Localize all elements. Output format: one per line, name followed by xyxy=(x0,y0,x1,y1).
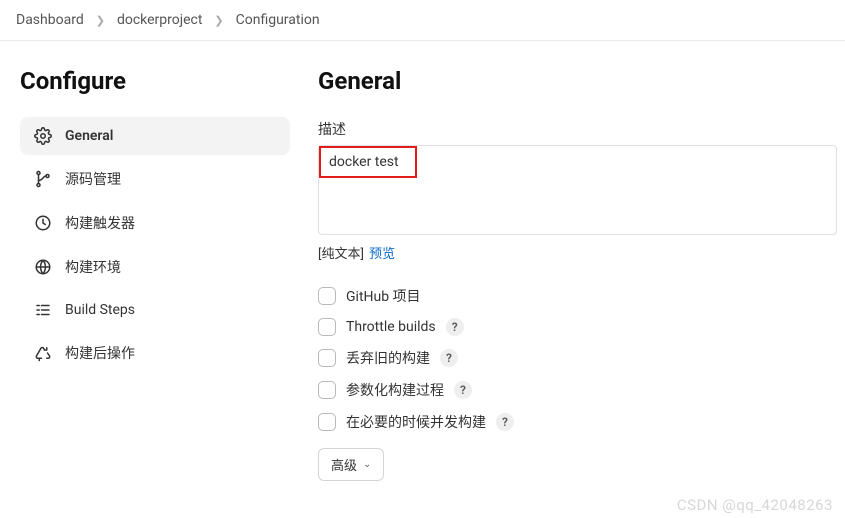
page-title: General xyxy=(318,67,837,95)
chevron-down-icon: ⌄ xyxy=(363,459,371,470)
description-label: 描述 xyxy=(318,119,837,139)
chevron-right-icon: ❯ xyxy=(214,14,223,27)
breadcrumb: Dashboard ❯ dockerproject ❯ Configuratio… xyxy=(0,0,845,41)
preview-line: [纯文本] 预览 xyxy=(318,243,837,262)
watermark: CSDN @qq_42048263 xyxy=(677,496,833,514)
sidebar-item-build-steps[interactable]: Build Steps xyxy=(20,291,290,329)
help-icon[interactable]: ? xyxy=(446,318,464,336)
advanced-label: 高级 xyxy=(331,455,357,474)
sidebar-item-post-build[interactable]: 构建后操作 xyxy=(20,333,290,373)
checkbox-icon[interactable] xyxy=(318,381,336,399)
option-label: Throttle builds xyxy=(346,319,436,335)
option-label: 丢弃旧的构建 xyxy=(346,348,430,368)
sidebar-item-label: General xyxy=(65,128,113,144)
option-label: 参数化构建过程 xyxy=(346,380,444,400)
sidebar-item-source[interactable]: 源码管理 xyxy=(20,159,290,199)
checkbox-icon[interactable] xyxy=(318,318,336,336)
gear-icon xyxy=(34,127,52,145)
description-value: docker test xyxy=(319,146,417,178)
sidebar-item-label: Build Steps xyxy=(65,302,135,318)
option-github-project[interactable]: GitHub 项目 xyxy=(318,286,837,306)
sidebar-item-environment[interactable]: 构建环境 xyxy=(20,247,290,287)
sidebar-item-label: 构建触发器 xyxy=(65,213,135,233)
sidebar-item-triggers[interactable]: 构建触发器 xyxy=(20,203,290,243)
plain-text-label: [纯文本] xyxy=(318,247,364,262)
breadcrumb-item-project[interactable]: dockerproject xyxy=(117,12,202,28)
sidebar-item-label: 源码管理 xyxy=(65,169,121,189)
breadcrumb-item-current[interactable]: Configuration xyxy=(236,12,320,28)
sidebar-title: Configure xyxy=(20,67,290,95)
sidebar: Configure General 源码管理 构建触发器 构建环境 xyxy=(0,41,310,481)
options-group: GitHub 项目 Throttle builds ? 丢弃旧的构建 ? 参数化… xyxy=(318,286,837,432)
help-icon[interactable]: ? xyxy=(454,381,472,399)
steps-icon xyxy=(34,301,52,319)
sidebar-item-label: 构建环境 xyxy=(65,257,121,277)
description-textarea[interactable]: docker test xyxy=(318,145,837,235)
globe-icon xyxy=(34,258,52,276)
checkbox-icon[interactable] xyxy=(318,349,336,367)
sidebar-item-general[interactable]: General xyxy=(20,117,290,155)
breadcrumb-item-dashboard[interactable]: Dashboard xyxy=(16,12,84,28)
sidebar-item-label: 构建后操作 xyxy=(65,343,135,363)
preview-link[interactable]: 预览 xyxy=(369,247,395,262)
help-icon[interactable]: ? xyxy=(496,413,514,431)
option-parameterized[interactable]: 参数化构建过程 ? xyxy=(318,380,837,400)
option-discard-old[interactable]: 丢弃旧的构建 ? xyxy=(318,348,837,368)
clock-icon xyxy=(34,214,52,232)
checkbox-icon[interactable] xyxy=(318,413,336,431)
option-label: 在必要的时候并发构建 xyxy=(346,412,486,432)
branch-icon xyxy=(34,170,52,188)
chevron-right-icon: ❯ xyxy=(96,14,105,27)
option-label: GitHub 项目 xyxy=(346,286,421,306)
main-content: General 描述 docker test [纯文本] 预览 GitHub 项… xyxy=(310,41,845,481)
help-icon[interactable]: ? xyxy=(440,349,458,367)
checkbox-icon[interactable] xyxy=(318,287,336,305)
recycle-icon xyxy=(34,344,52,362)
option-concurrent[interactable]: 在必要的时候并发构建 ? xyxy=(318,412,837,432)
option-throttle-builds[interactable]: Throttle builds ? xyxy=(318,318,837,336)
advanced-button[interactable]: 高级 ⌄ xyxy=(318,448,384,481)
